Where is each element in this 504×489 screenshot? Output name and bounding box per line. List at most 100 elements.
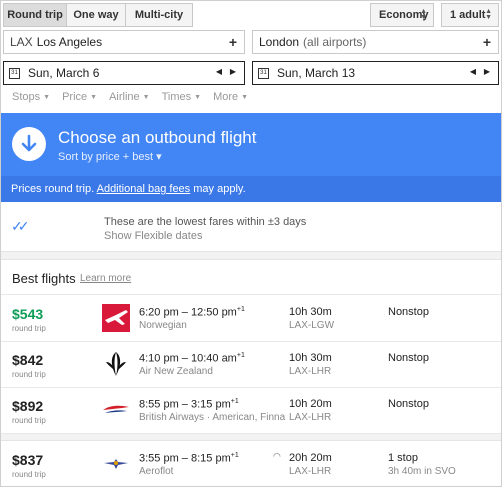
depart-time: 3:55 pm [139,452,179,465]
day-offset: +1 [230,398,239,405]
filter-label: More [213,91,239,103]
next-date-icon[interactable]: ▶ [230,67,236,76]
flight-search-page: Round trip One way Multi-city Economy ▲ ▼… [0,0,502,487]
dropdown-icon: ▼ [241,93,249,101]
flight-row[interactable]: $842 round trip 4:10 pm – 10:40 am+1 Air… [1,342,501,388]
flight-price: $842 [12,352,44,368]
flight-times: 6:20 pm – 12:50 pm+1 [139,306,245,319]
learn-more-link[interactable]: Learn more [80,273,131,284]
price-note-suffix: may apply. [193,183,246,195]
calendar-icon: 31 [9,68,20,79]
trip-type-round-trip[interactable]: Round trip [3,3,67,27]
destination-detail: (all airports) [303,35,367,49]
best-flights-title: Best flights [12,271,76,286]
arrive-time: 3:15 pm [190,398,231,411]
flight-duration: 20h 20m [289,452,332,464]
airline-name: Air New Zealand [139,366,213,377]
filter-more[interactable]: More ▼ [213,91,248,103]
filter-airline[interactable]: Airline ▼ [109,91,150,103]
flight-stops: 1 stop [388,452,418,464]
destination-field[interactable]: London (all airports) + [252,30,499,54]
select-arrows-icon: ▲ ▼ [420,8,427,21]
flight-price: $543 [12,306,44,322]
flight-route: LAX-LGW [289,320,335,331]
flight-times: 8:55 pm – 3:15 pm+1 [139,398,239,411]
banner-title: Choose an outbound flight [58,128,257,147]
flight-duration: 10h 20m [289,398,332,410]
aeroflot-logo-icon [104,459,128,469]
depart-date-value: Sun, March 6 [28,66,100,80]
flight-stops: Nonstop [388,398,429,410]
flight-price: $837 [12,452,44,468]
return-date-value: Sun, March 13 [277,66,356,80]
wifi-icon: ◠ [273,451,281,461]
dropdown-icon: ▼ [43,93,51,101]
trip-type-multi-city[interactable]: Multi-city [125,3,193,27]
origin-city: Los Angeles [36,35,103,49]
filter-stops[interactable]: Stops ▼ [12,91,50,103]
filter-price[interactable]: Price ▼ [62,91,97,103]
prev-date-icon[interactable]: ◀ [216,67,222,76]
divider [1,434,501,441]
price-note-prefix: Prices round trip. [11,183,95,195]
flight-row[interactable]: $837 round trip 3:55 pm – 8:15 pm+1 Aero… [1,442,501,486]
depart-time: 6:20 pm [139,306,179,319]
search-options-bar: Round trip One way Multi-city Economy ▲ ▼… [1,1,501,29]
best-flights-header: Best flights Learn more [1,261,501,295]
flight-times: 3:55 pm – 8:15 pm+1 [139,452,239,465]
air-new-zealand-logo-icon [106,352,126,376]
price-note: Prices round trip. Additional bag fees m… [1,176,501,202]
double-check-icon: ✓✓ [11,218,30,234]
lowest-fares-notice: ✓✓ These are the lowest fares within ±3 … [1,202,501,252]
flexible-dates-link[interactable]: Show Flexible dates [104,230,202,242]
filter-times[interactable]: Times ▼ [162,91,201,103]
flight-route: LAX-LHR [289,466,332,477]
passengers-value: 1 adult [450,9,486,21]
prev-date-icon[interactable]: ◀ [470,67,476,76]
return-date-field[interactable]: 31 Sun, March 13 ◀ ▶ [252,61,499,85]
trip-type-one-way[interactable]: One way [66,3,126,27]
day-offset: +1 [236,306,245,313]
airline-name: Norwegian [139,320,187,331]
next-date-icon[interactable]: ▶ [484,67,490,76]
flight-duration: 10h 30m [289,352,332,364]
arrive-time: 10:40 am [190,352,237,365]
price-type: round trip [12,416,46,425]
flight-stops: Nonstop [388,306,429,318]
add-origin-icon[interactable]: + [229,34,237,50]
filter-bar: Stops ▼ Price ▼ Airline ▼ Times ▼ More ▼ [12,91,260,103]
airline-name: Aeroflot [139,466,174,477]
bag-fees-link[interactable]: Additional bag fees [97,183,191,195]
dropdown-icon: ▼ [90,93,98,101]
down-arrow-icon [12,127,46,161]
day-offset: +1 [230,452,239,459]
flight-price: $892 [12,398,44,414]
filter-label: Times [161,91,192,103]
norwegian-logo-icon [102,304,130,332]
depart-date-field[interactable]: 31 Sun, March 6 ◀ ▶ [3,61,245,85]
depart-time: 4:10 pm [139,352,179,365]
price-type: round trip [12,470,46,479]
passengers-select[interactable]: 1 adult ▲ ▼ [441,3,499,27]
flight-row[interactable]: $543 round trip 6:20 pm – 12:50 pm+1 Nor… [1,296,501,342]
flight-row[interactable]: $892 round trip 8:55 pm – 3:15 pm+1 Brit… [1,388,501,434]
price-type: round trip [12,370,46,379]
lowest-fares-text: These are the lowest fares within ±3 day… [104,216,307,228]
airline-name: British Airways · American, Finna [139,412,286,423]
add-destination-icon[interactable]: + [483,34,491,50]
filter-label: Airline [109,91,140,103]
outbound-banner: Choose an outbound flight Sort by price … [1,113,501,176]
flight-route: LAX-LHR [289,412,332,423]
origin-field[interactable]: LAX Los Angeles + [3,30,245,54]
dropdown-icon: ▼ [142,93,150,101]
cabin-class-select[interactable]: Economy ▲ ▼ [370,3,434,27]
day-offset: +1 [236,352,245,359]
sort-menu[interactable]: Sort by price + best ▾ [58,150,162,163]
flight-route: LAX-LHR [289,366,332,377]
layover-detail: 3h 40m in SVO [388,466,456,477]
filter-label: Stops [12,91,41,103]
flight-stops: Nonstop [388,352,429,364]
price-type: round trip [12,324,46,333]
dropdown-icon: ▼ [194,93,202,101]
depart-time: 8:55 pm [139,398,179,411]
